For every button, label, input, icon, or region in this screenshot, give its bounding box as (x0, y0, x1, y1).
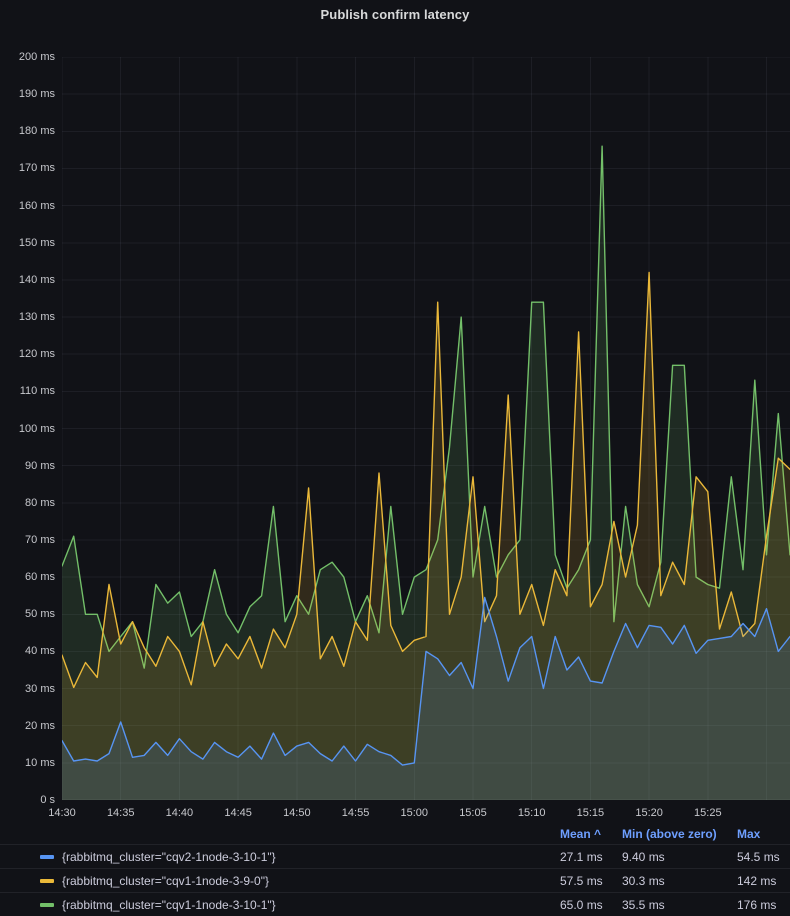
legend-sort-max[interactable]: Max (737, 827, 790, 841)
y-axis-tick: 90 ms (0, 459, 55, 473)
x-axis-tick: 14:30 (32, 806, 92, 820)
series-name[interactable]: {rabbitmq_cluster="cqv1-1node-3-9-0"} (62, 874, 269, 888)
y-axis-tick: 200 ms (0, 50, 55, 64)
y-axis-tick: 120 ms (0, 347, 55, 361)
y-axis-tick: 130 ms (0, 310, 55, 324)
y-axis-tick: 110 ms (0, 384, 55, 398)
y-axis-tick: 190 ms (0, 87, 55, 101)
y-axis-tick: 100 ms (0, 422, 55, 436)
series-max-value: 176 ms (737, 898, 790, 912)
y-axis-tick: 170 ms (0, 161, 55, 175)
series-mean-value: 27.1 ms (560, 850, 622, 864)
y-axis-tick: 70 ms (0, 533, 55, 547)
legend-series-cell: {rabbitmq_cluster="cqv1-1node-3-10-1"} (0, 898, 560, 912)
x-axis-tick: 14:40 (149, 806, 209, 820)
y-axis-tick: 40 ms (0, 644, 55, 658)
series-name[interactable]: {rabbitmq_cluster="cqv2-1node-3-10-1"} (62, 850, 276, 864)
time-series-plot[interactable] (62, 57, 790, 800)
legend-rows: {rabbitmq_cluster="cqv2-1node-3-10-1"} 27… (0, 844, 790, 916)
y-axis-tick: 150 ms (0, 236, 55, 250)
legend-row: {rabbitmq_cluster="cqv2-1node-3-10-1"} 27… (0, 844, 790, 868)
legend-series-cell: {rabbitmq_cluster="cqv1-1node-3-9-0"} (0, 874, 560, 888)
latency-panel: Publish confirm latency 0 s 10 ms 20 ms 30 … (0, 0, 790, 916)
legend-sort-mean[interactable]: Mean ^ (560, 827, 622, 841)
x-axis-tick: 14:35 (91, 806, 151, 820)
legend-table: Mean ^ Min (above zero) Max {rabbitmq_cl… (0, 824, 790, 916)
y-axis-tick: 10 ms (0, 756, 55, 770)
y-axis-tick: 80 ms (0, 496, 55, 510)
series-max-value: 54.5 ms (737, 850, 790, 864)
panel-title[interactable]: Publish confirm latency (0, 7, 790, 22)
legend-sort-min[interactable]: Min (above zero) (622, 827, 737, 841)
x-axis-tick: 15:15 (560, 806, 620, 820)
x-axis-tick: 14:50 (267, 806, 327, 820)
x-axis-tick: 15:00 (384, 806, 444, 820)
series-name[interactable]: {rabbitmq_cluster="cqv1-1node-3-10-1"} (62, 898, 276, 912)
series-max-value: 142 ms (737, 874, 790, 888)
series-color-swatch[interactable] (40, 879, 54, 883)
legend-row: {rabbitmq_cluster="cqv1-1node-3-10-1"} 65… (0, 892, 790, 916)
x-axis-tick: 14:55 (326, 806, 386, 820)
y-axis-tick: 0 s (0, 793, 55, 807)
x-axis-tick: 15:10 (502, 806, 562, 820)
x-axis-tick: 15:05 (443, 806, 503, 820)
x-axis-tick: 14:45 (208, 806, 268, 820)
series-min-value: 35.5 ms (622, 898, 737, 912)
y-axis-tick: 30 ms (0, 682, 55, 696)
y-axis-tick: 160 ms (0, 199, 55, 213)
series-color-swatch[interactable] (40, 903, 54, 907)
series-mean-value: 57.5 ms (560, 874, 622, 888)
series-min-value: 9.40 ms (622, 850, 737, 864)
y-axis-tick: 140 ms (0, 273, 55, 287)
legend-series-cell: {rabbitmq_cluster="cqv2-1node-3-10-1"} (0, 850, 560, 864)
x-axis-tick: 15:20 (619, 806, 679, 820)
plot-area (62, 57, 790, 800)
series-color-swatch[interactable] (40, 855, 54, 859)
series-min-value: 30.3 ms (622, 874, 737, 888)
series-mean-value: 65.0 ms (560, 898, 622, 912)
legend-row: {rabbitmq_cluster="cqv1-1node-3-9-0"} 57.… (0, 868, 790, 892)
y-axis-tick: 60 ms (0, 570, 55, 584)
x-axis-tick: 15:25 (678, 806, 738, 820)
y-axis-tick: 20 ms (0, 719, 55, 733)
y-axis-tick: 50 ms (0, 607, 55, 621)
y-axis-tick: 180 ms (0, 124, 55, 138)
legend-header-row: Mean ^ Min (above zero) Max (0, 824, 790, 844)
